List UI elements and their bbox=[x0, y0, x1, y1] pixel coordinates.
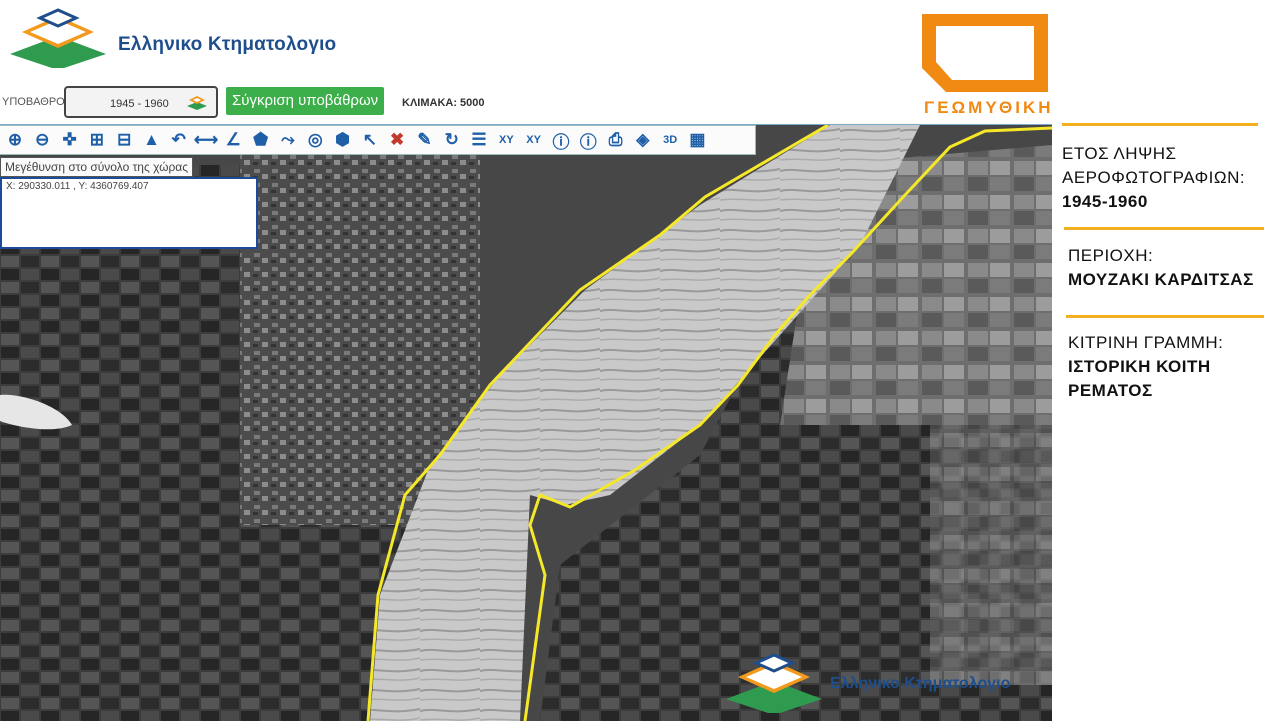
clear-icon[interactable]: ✖ bbox=[384, 127, 410, 153]
xy-go-icon[interactable]: XY bbox=[521, 127, 547, 153]
line-value-2: ΡΕΜΑΤΟΣ bbox=[1068, 381, 1153, 400]
full-extent-icon[interactable]: ▲ bbox=[138, 127, 164, 153]
geomythiki-logo: ΓΕΩΜΥΘΙΚΗ bbox=[922, 14, 1051, 122]
pan-icon[interactable]: ✜ bbox=[57, 127, 83, 153]
ktimatologio-title: Ελληνικο Κτηματολογιο bbox=[118, 34, 337, 55]
coordinate-readout: X: 290330.011 , Y: 4360769.407 bbox=[6, 181, 149, 192]
area-info: ΠΕΡΙΟΧΗ: ΜΟΥΖΑΚΙ ΚΑΡΔΙΤΣΑΣ bbox=[1068, 244, 1254, 292]
coordinate-panel: X: 290330.011 , Y: 4360769.407 bbox=[0, 177, 258, 249]
zoom-box-out-icon[interactable]: ⊟ bbox=[111, 127, 137, 153]
area-label: ΠΕΡΙΟΧΗ: bbox=[1068, 246, 1154, 265]
draw-circle-icon[interactable]: ◎ bbox=[302, 127, 328, 153]
scale-label: ΚΛΙΜΑΚΑ: 5000 bbox=[402, 97, 485, 109]
info-divider bbox=[1064, 227, 1264, 230]
basemap-value: 1945 - 1960 bbox=[110, 98, 169, 110]
basemap-bar: ΥΠΟΒΑΘΡΟ: 1945 - 1960 Σύγκριση υποβάθρων… bbox=[0, 84, 520, 120]
info-divider bbox=[1066, 315, 1264, 318]
measure-area-icon[interactable]: ⬟ bbox=[248, 127, 274, 153]
measure-distance-icon[interactable]: ⟷ bbox=[193, 127, 219, 153]
toolbar-tooltip: Μεγέθυνση στο σύνολο της χώρας bbox=[0, 157, 193, 177]
geomythiki-text: ΓΕΩΜΥΘΙΚΗ bbox=[924, 98, 1054, 117]
ktimatologio-emblem-icon bbox=[10, 8, 106, 68]
compare-basemaps-button[interactable]: Σύγκριση υποβάθρων bbox=[226, 87, 385, 115]
line-label: ΚΙΤΡΙΝΗ ΓΡΑΜΜΗ: bbox=[1068, 333, 1224, 352]
legend-icon[interactable]: ☰ bbox=[466, 127, 492, 153]
select-icon[interactable]: ↖ bbox=[357, 127, 383, 153]
print-icon[interactable]: ⎙ bbox=[603, 127, 629, 153]
xy-locate-icon[interactable]: XY bbox=[493, 127, 519, 153]
year-value: 1945-1960 bbox=[1062, 192, 1148, 211]
measure-angle-icon[interactable]: ∠ bbox=[220, 127, 246, 153]
export-icon[interactable]: ▦ bbox=[684, 127, 710, 153]
watermark-text: Ελληνικο Κτηματολογιο bbox=[830, 675, 1011, 692]
line-value-1: ΙΣΤΟΡΙΚΗ ΚΟΙΤΗ bbox=[1068, 357, 1211, 376]
year-label-line-2: ΑΕΡΟΦΩΤΟΓΡΑΦΙΩΝ: bbox=[1062, 168, 1246, 187]
draw-line-icon[interactable]: ⤳ bbox=[275, 127, 301, 153]
layers-toggle-icon[interactable]: ◈ bbox=[630, 127, 656, 153]
identify-icon[interactable]: ⓘ bbox=[575, 127, 601, 153]
ktimatologio-logo: Ελληνικο Κτηματολογιο bbox=[6, 8, 346, 68]
basemap-select[interactable]: 1945 - 1960 bbox=[64, 86, 218, 118]
zoom-out-icon[interactable]: ⊖ bbox=[29, 127, 55, 153]
basemap-label: ΥΠΟΒΑΘΡΟ: bbox=[2, 96, 68, 108]
previous-extent-icon[interactable]: ↶ bbox=[166, 127, 192, 153]
year-info: ΕΤΟΣ ΛΗΨΗΣ ΑΕΡΟΦΩΤΟΓΡΑΦΙΩΝ: 1945-1960 bbox=[1062, 142, 1245, 214]
watermark-emblem-icon bbox=[726, 653, 822, 715]
year-label-line-1: ΕΤΟΣ ΛΗΨΗΣ bbox=[1062, 144, 1177, 163]
info-divider bbox=[1062, 123, 1258, 126]
edit-icon[interactable]: ✎ bbox=[411, 127, 437, 153]
zoom-box-in-icon[interactable]: ⊞ bbox=[84, 127, 110, 153]
geomythiki-emblem-icon bbox=[922, 14, 1048, 92]
line-info: ΚΙΤΡΙΝΗ ΓΡΑΜΜΗ: ΙΣΤΟΡΙΚΗ ΚΟΙΤΗ ΡΕΜΑΤΟΣ bbox=[1068, 331, 1223, 403]
select-polygon-icon[interactable]: ⬢ bbox=[330, 127, 356, 153]
zoom-in-icon[interactable]: ⊕ bbox=[2, 127, 28, 153]
area-value: ΜΟΥΖΑΚΙ ΚΑΡΔΙΤΣΑΣ bbox=[1068, 270, 1254, 289]
layers-icon bbox=[187, 96, 207, 110]
map-watermark: Ελληνικο Κτηματολογιο bbox=[722, 653, 1052, 715]
info-icon[interactable]: ⓘ bbox=[548, 127, 574, 153]
three-d-icon[interactable]: 3D bbox=[657, 127, 683, 153]
map-toolbar: ⊕ ⊖ ✜ ⊞ ⊟ ▲ ↶ ⟷ ∠ ⬟ ⤳ ◎ ⬢ ↖ ✖ ✎ ↻ ☰ XY X… bbox=[0, 125, 756, 155]
refresh-icon[interactable]: ↻ bbox=[439, 127, 465, 153]
map-view[interactable]: ⊕ ⊖ ✜ ⊞ ⊟ ▲ ↶ ⟷ ∠ ⬟ ⤳ ◎ ⬢ ↖ ✖ ✎ ↻ ☰ XY X… bbox=[0, 124, 1052, 721]
